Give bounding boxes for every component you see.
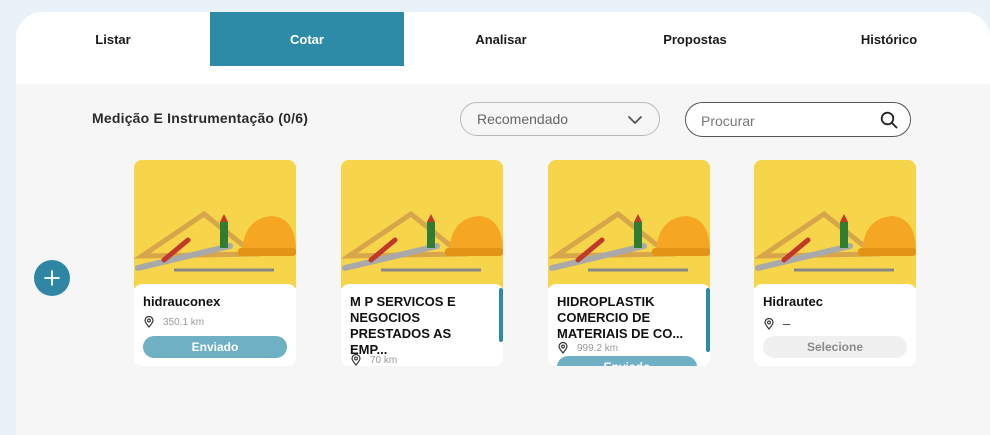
tab-bar-underlay [16,66,990,84]
tab-cotar[interactable]: Cotar [210,12,404,66]
main-panel: Listar Cotar Analisar Propostas Históric… [16,12,990,435]
supplier-photo [548,160,710,288]
supplier-distance: – [763,316,790,331]
location-pin-icon [144,316,154,328]
tab-bar: Listar Cotar Analisar Propostas Históric… [16,12,990,66]
tab-propostas[interactable]: Propostas [598,12,792,66]
supplier-name: hidrauconex [143,294,221,309]
distance-value: – [783,316,791,331]
card-body: HIDROPLASTIK COMERCIO DE MATERIAIS DE CO… [548,284,710,366]
location-pin-icon [351,354,361,366]
search-box[interactable] [685,102,911,138]
card-body: M P SERVICOS E NEGOCIOS PRESTADOS AS EMP… [341,284,503,366]
distance-value: 350.1 km [163,316,205,328]
tab-historico[interactable]: Histórico [792,12,986,66]
search-icon[interactable] [880,111,898,129]
supplier-card[interactable]: Hidrautec – Selecione [754,160,916,366]
supplier-name: M P SERVICOS E NEGOCIOS PRESTADOS AS EMP… [350,294,456,357]
card-body: Hidrautec – Selecione [754,284,916,366]
supplier-card[interactable]: HIDROPLASTIK COMERCIO DE MATERIAIS DE CO… [548,160,710,366]
supplier-name: Hidrautec [763,294,823,309]
sort-selected-value: Recomendado [477,111,569,127]
section-title: Medição E Instrumentação (0/6) [92,110,309,126]
supplier-photo [134,160,296,288]
add-supplier-button[interactable] [34,260,70,296]
supplier-distance: 350.1 km [143,316,204,328]
tab-analisar[interactable]: Analisar [404,12,598,66]
search-input[interactable] [699,103,873,138]
supplier-card[interactable]: M P SERVICOS E NEGOCIOS PRESTADOS AS EMP… [341,160,503,366]
supplier-distance: 70 km [350,354,397,366]
supplier-distance: 999.2 km [557,342,618,354]
tab-listar[interactable]: Listar [16,12,210,66]
chevron-down-icon [628,116,642,124]
card-scrollbar[interactable] [499,288,503,342]
status-button[interactable]: Enviado [557,356,697,366]
supplier-photo [754,160,916,288]
distance-value: 70 km [370,354,398,366]
card-body: hidrauconex 350.1 km Enviado [134,284,296,366]
location-pin-icon [558,342,568,354]
status-button[interactable]: Enviado [143,336,287,358]
supplier-card[interactable]: hidrauconex 350.1 km Enviado [134,160,296,366]
supplier-photo [341,160,503,288]
sort-select[interactable]: Recomendado [460,102,660,136]
distance-value: 999.2 km [577,342,619,354]
location-pin-icon [764,317,774,330]
card-scrollbar[interactable] [706,288,710,352]
supplier-name: HIDROPLASTIK COMERCIO DE MATERIAIS DE CO… [557,294,684,341]
select-button[interactable]: Selecione [763,336,907,358]
plus-icon [44,270,60,286]
